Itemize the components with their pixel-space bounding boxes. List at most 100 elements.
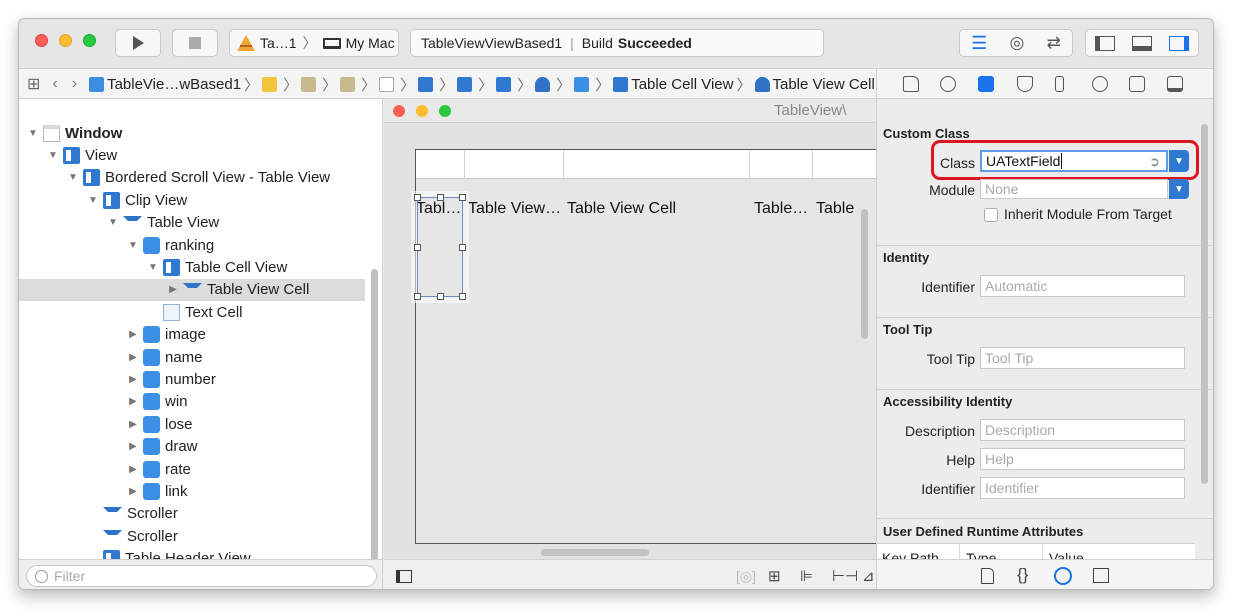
outline-item[interactable]: ▶ image xyxy=(19,324,365,346)
resize-handle[interactable] xyxy=(414,244,421,251)
disclosure-closed-icon[interactable]: ▶ xyxy=(127,329,139,340)
canvas-cell-2[interactable]: Table View… xyxy=(468,200,561,218)
outline-item[interactable]: ▼ View xyxy=(19,144,365,166)
outline-item[interactable]: ▶ win xyxy=(19,391,365,413)
file-template-library-icon[interactable] xyxy=(981,568,994,584)
view-effects-inspector-icon[interactable] xyxy=(1167,76,1183,92)
inspector-scrollbar[interactable] xyxy=(1201,124,1208,484)
outline-item[interactable]: ▶ number xyxy=(19,368,365,390)
identifier-field[interactable]: Automatic xyxy=(980,275,1185,297)
disclosure-closed-icon[interactable]: ▶ xyxy=(127,486,139,497)
storyboard-icon[interactable] xyxy=(301,76,317,92)
interface-builder-canvas[interactable]: TableView\ Tabl… Table View… Table View … xyxy=(384,99,876,559)
accessibility-identifier-field[interactable]: Identifier xyxy=(980,477,1185,499)
breadcrumb-table-cell-view[interactable]: Table Cell View xyxy=(613,76,733,93)
resize-handle[interactable] xyxy=(459,293,466,300)
disclosure-closed-icon[interactable]: ▶ xyxy=(127,396,139,407)
related-items-icon[interactable]: ⊞ xyxy=(27,74,40,94)
canvas-horizontal-scrollbar[interactable] xyxy=(541,549,649,556)
bindings-inspector-icon[interactable] xyxy=(1129,76,1145,92)
breadcrumb-project[interactable]: TableVie…wBased1 xyxy=(89,76,241,93)
run-button[interactable] xyxy=(115,29,161,57)
disclosure-closed-icon[interactable]: ▶ xyxy=(167,284,179,295)
tooltip-field[interactable]: Tool Tip xyxy=(980,347,1185,369)
module-dropdown-button[interactable]: ▼ xyxy=(1169,179,1189,199)
description-field[interactable]: Description xyxy=(980,419,1185,441)
quick-help-icon[interactable] xyxy=(940,76,956,92)
navigator-toggle-icon[interactable] xyxy=(1094,35,1115,51)
outline-item[interactable]: ▶ name xyxy=(19,346,365,368)
zoom-button[interactable] xyxy=(83,34,96,47)
cube-icon[interactable] xyxy=(574,76,590,92)
disclosure-open-icon[interactable]: ▼ xyxy=(127,240,139,251)
standard-editor-icon[interactable]: ☰ xyxy=(971,33,987,54)
folder-icon[interactable] xyxy=(262,76,278,92)
resize-handle[interactable] xyxy=(437,194,444,201)
disclosure-open-icon[interactable]: ▼ xyxy=(87,195,99,206)
outline-item[interactable]: ▼ Clip View xyxy=(19,189,365,211)
code-snippet-library-icon[interactable]: {} xyxy=(1017,565,1028,585)
outline-item[interactable]: ▶ lose xyxy=(19,413,365,435)
object-library-icon[interactable] xyxy=(1054,567,1072,585)
outline-item[interactable]: ▼ Table View xyxy=(19,212,365,234)
pin-icon[interactable]: ⊢⊣ xyxy=(832,567,858,585)
attributes-inspector-icon[interactable] xyxy=(1017,76,1033,92)
identity-inspector-icon[interactable] xyxy=(978,76,994,92)
utilities-toggle-icon[interactable] xyxy=(1169,35,1190,51)
disclosure-closed-icon[interactable]: ▶ xyxy=(127,464,139,475)
outline-scrollbar[interactable] xyxy=(371,269,378,559)
connections-inspector-icon[interactable] xyxy=(1092,76,1108,92)
class-field[interactable]: UATextField ➲ xyxy=(980,150,1168,172)
stack-icon[interactable]: ⊞ xyxy=(768,567,781,585)
size-inspector-icon[interactable] xyxy=(1055,76,1064,92)
filter-input[interactable]: Filter xyxy=(26,565,377,587)
clip-view-icon[interactable] xyxy=(496,76,512,92)
version-editor-icon[interactable]: ⇄ xyxy=(1047,33,1061,53)
outline-item[interactable]: ▼ Window xyxy=(19,122,365,144)
close-button[interactable] xyxy=(35,34,48,47)
disclosure-closed-icon[interactable]: ▶ xyxy=(127,419,139,430)
resize-handle[interactable] xyxy=(459,194,466,201)
outline-item[interactable]: ▼ Bordered Scroll View - Table View xyxy=(19,167,365,189)
outline-item[interactable]: Scroller xyxy=(19,525,365,547)
outline-item[interactable]: ▶ draw xyxy=(19,436,365,458)
outline-item[interactable]: Text Cell xyxy=(19,301,365,323)
module-field[interactable]: None xyxy=(980,179,1168,199)
canvas-cell-4[interactable]: Table… xyxy=(754,200,808,218)
xib-icon[interactable] xyxy=(340,76,356,92)
window-icon[interactable] xyxy=(379,76,395,92)
resolve-icon[interactable]: ⊿ xyxy=(862,567,875,585)
outline-item[interactable]: Table Header View xyxy=(19,548,365,559)
scheme-selector[interactable]: Ta…1 〉 My Mac xyxy=(229,29,399,57)
resize-handle[interactable] xyxy=(459,244,466,251)
scroll-view-icon[interactable] xyxy=(457,76,473,92)
debug-area-toggle-icon[interactable] xyxy=(1131,35,1152,51)
table-view-icon[interactable] xyxy=(535,76,551,92)
align-icon[interactable]: ⊫ xyxy=(800,567,813,585)
canvas-vertical-scrollbar[interactable] xyxy=(861,209,868,339)
disclosure-open-icon[interactable]: ▼ xyxy=(107,217,119,228)
media-library-icon[interactable] xyxy=(1093,568,1109,583)
minimize-button[interactable] xyxy=(59,34,72,47)
stop-button[interactable] xyxy=(172,29,218,57)
outline-item[interactable]: ▶ Table View Cell xyxy=(19,278,365,301)
help-field[interactable]: Help xyxy=(980,448,1185,470)
class-dropdown-button[interactable]: ▼ xyxy=(1169,150,1189,172)
outline-item[interactable]: ▼ ranking xyxy=(19,234,365,256)
document-outline-toggle-icon[interactable] xyxy=(396,570,412,583)
disclosure-closed-icon[interactable]: ▶ xyxy=(127,352,139,363)
breadcrumb-table-view-cell[interactable]: Table View Cell xyxy=(754,76,875,93)
outline-item[interactable]: ▼ Table Cell View xyxy=(19,256,365,278)
update-frames-icon[interactable]: [◎] xyxy=(736,568,756,585)
disclosure-open-icon[interactable]: ▼ xyxy=(27,128,39,139)
outline-item[interactable]: ▶ link xyxy=(19,480,365,502)
assistant-editor-icon[interactable]: ◎ xyxy=(1010,33,1025,53)
disclosure-closed-icon[interactable]: ▶ xyxy=(127,374,139,385)
outline-item[interactable]: Scroller xyxy=(19,503,365,525)
resize-handle[interactable] xyxy=(437,293,444,300)
selection-frame[interactable] xyxy=(414,194,466,300)
resize-handle[interactable] xyxy=(414,293,421,300)
view-icon[interactable] xyxy=(418,76,434,92)
outline-item[interactable]: ▶ rate xyxy=(19,458,365,480)
canvas-cell-3[interactable]: Table View Cell xyxy=(567,200,676,218)
